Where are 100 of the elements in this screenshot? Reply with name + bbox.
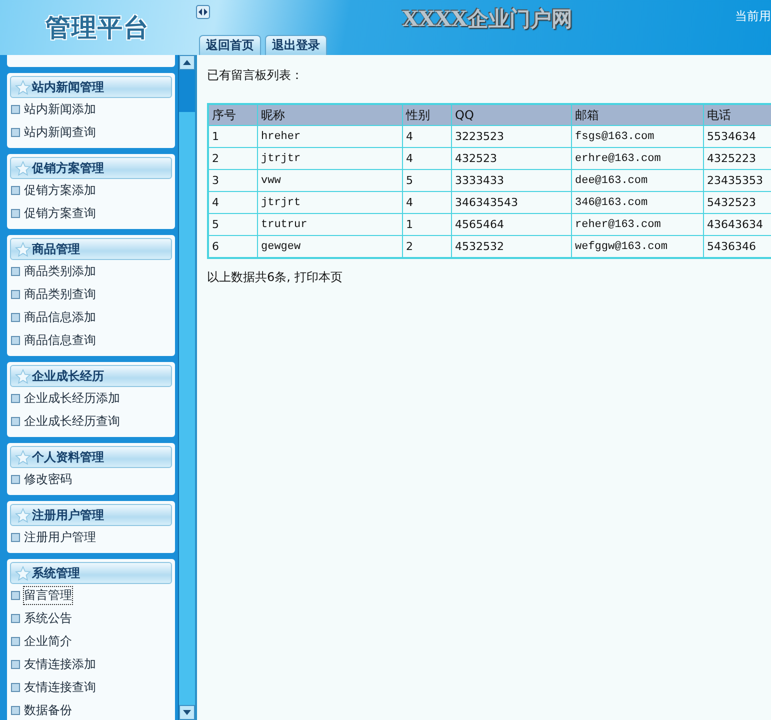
bullet-icon [11, 336, 20, 345]
table-cell: dee@163.com [572, 170, 704, 192]
table-cell: 346@163.com [572, 192, 704, 214]
table-cell: 3333433 [452, 170, 572, 192]
star-icon [15, 160, 31, 176]
table-cell: fsgs@163.com [572, 126, 704, 148]
table-cell: 1 [402, 214, 452, 236]
menu-group-title: 注册用户管理 [32, 506, 104, 524]
menu-link[interactable]: 站内新闻添加 [23, 100, 97, 119]
menu-link[interactable]: 数据备份 [23, 701, 73, 720]
column-header: QQ [452, 104, 572, 126]
column-header: 昵称 [258, 104, 402, 126]
menu-link[interactable]: 企业成长经历查询 [23, 412, 121, 431]
column-header: 邮箱 [572, 104, 704, 126]
bullet-icon [11, 313, 20, 322]
star-icon [15, 566, 31, 580]
summary-text: 以上数据共6条, 打印本页 [207, 269, 344, 286]
menu-link[interactable]: 留言管理 [23, 586, 73, 605]
menu-link[interactable]: 促销方案查询 [23, 204, 97, 223]
menu-link[interactable]: 企业简介 [23, 632, 73, 651]
bullet-icon [11, 290, 20, 299]
site-title: XXXX企业门户网 [401, 5, 574, 33]
table-cell: 2 [208, 148, 258, 170]
bullet-icon [11, 475, 20, 484]
list-heading: 已有留言板列表： [207, 67, 304, 84]
collapse-toggle-icon[interactable] [196, 5, 210, 19]
menu-link[interactable]: 商品类别查询 [23, 285, 97, 304]
menu-group-header[interactable]: 商品管理 [10, 238, 172, 260]
table-cell: jtrjrt [258, 192, 402, 214]
table-cell: vww [258, 170, 402, 192]
table-cell: jtrjtr [258, 148, 402, 170]
star-icon [15, 368, 31, 384]
table-cell: 346343543 [452, 192, 572, 214]
menu-link[interactable]: 修改密码 [23, 470, 73, 489]
menu-group-title: 企业成长经历 [32, 368, 104, 384]
menu-group-header[interactable]: 注册用户管理 [10, 504, 172, 526]
scroll-thumb[interactable] [179, 70, 195, 112]
scroll-up-icon[interactable] [179, 55, 195, 70]
column-header: 性别 [402, 104, 452, 126]
menu-link[interactable]: 商品信息查询 [23, 331, 97, 350]
star-icon [15, 450, 31, 464]
bullet-icon [11, 614, 20, 623]
menu-group-header[interactable]: 企业成长经历 [10, 365, 172, 387]
table-cell: 4 [402, 148, 452, 170]
nav-tab[interactable]: 退出登录 [265, 35, 327, 55]
bullet-icon [11, 209, 20, 218]
menu-group-title: 商品管理 [32, 240, 80, 258]
menu-link[interactable]: 商品类别添加 [23, 262, 97, 281]
bullet-icon [11, 533, 20, 542]
bullet-icon [11, 417, 20, 426]
table-cell: erhre@163.com [572, 148, 704, 170]
star-icon [15, 80, 31, 94]
bullet-icon [11, 186, 20, 195]
bullet-icon [11, 637, 20, 646]
scroll-down-icon[interactable] [179, 705, 195, 720]
menu-link[interactable]: 注册用户管理 [23, 528, 97, 547]
menu-group-header[interactable]: 个人资料管理 [10, 446, 172, 468]
bullet-icon [11, 394, 20, 403]
menu-link[interactable]: 友情连接添加 [23, 655, 97, 674]
menu-link[interactable]: 站内新闻查询 [23, 123, 97, 142]
bullet-icon [11, 683, 20, 692]
table-cell: 3223523 [452, 126, 572, 148]
menu-group-title: 促销方案管理 [32, 160, 104, 176]
table-cell: 4 [208, 192, 258, 214]
table-cell: 5 [208, 214, 258, 236]
table-cell: 1 [208, 126, 258, 148]
menu-group-header[interactable]: 系统管理 [10, 562, 172, 584]
column-header: 序号 [208, 104, 258, 126]
star-icon [15, 508, 31, 522]
column-header: 电话 [704, 104, 771, 126]
bullet-icon [11, 128, 20, 137]
table-cell: 4565464 [452, 214, 572, 236]
scrollbar[interactable] [178, 55, 195, 720]
bullet-icon [11, 267, 20, 276]
menu-link[interactable]: 系统公告 [23, 609, 73, 628]
menu-group-title: 个人资料管理 [32, 448, 104, 466]
table-cell: 4 [402, 192, 452, 214]
menu-group-header[interactable]: 促销方案管理 [10, 157, 172, 179]
user-text: 当前用 [735, 8, 771, 25]
star-icon [15, 242, 31, 256]
menu-group-title: 系统管理 [32, 564, 80, 582]
bullet-icon [11, 591, 20, 600]
menu-link[interactable]: 友情连接查询 [23, 678, 97, 697]
table-cell: 3 [208, 170, 258, 192]
menu-group-title: 站内新闻管理 [32, 78, 104, 96]
menu-link[interactable]: 商品信息添加 [23, 308, 97, 327]
menu-group-header[interactable]: 站内新闻管理 [10, 76, 172, 98]
logo-text: 管理平台 [46, 12, 150, 44]
bullet-icon [11, 706, 20, 715]
menu-link[interactable]: 促销方案添加 [23, 181, 97, 200]
bullet-icon [11, 105, 20, 114]
table-cell: 432523 [452, 148, 572, 170]
table-cell: reher@163.com [572, 214, 704, 236]
menu-link[interactable]: 企业成长经历添加 [23, 389, 121, 408]
bullet-icon [11, 660, 20, 669]
table-cell: hreher [258, 126, 402, 148]
table-cell: 5 [402, 170, 452, 192]
table-cell: 4 [402, 126, 452, 148]
nav-tab[interactable]: 返回首页 [199, 35, 261, 55]
table-cell: trutrur [258, 214, 402, 236]
